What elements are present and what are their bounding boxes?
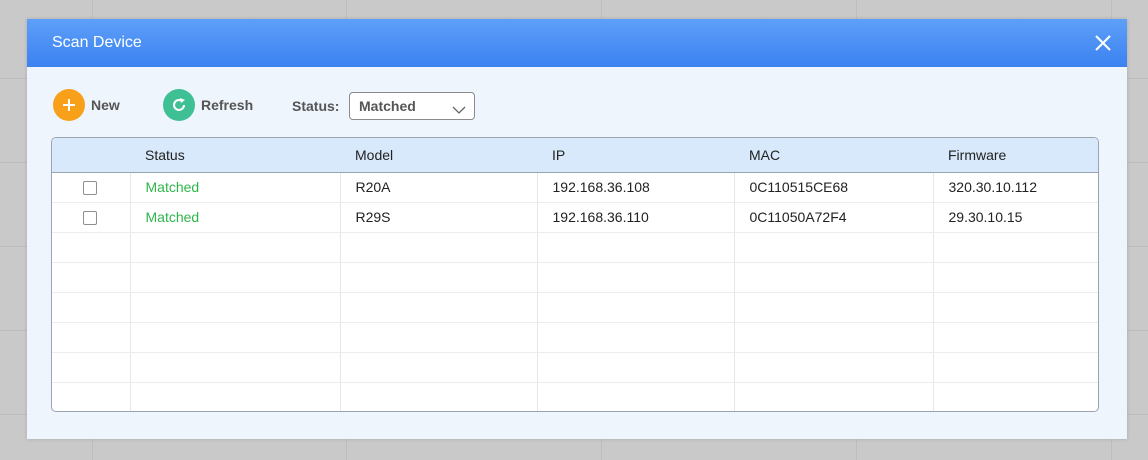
firmware-cell: 320.30.10.112 bbox=[933, 172, 1098, 203]
column-header-select bbox=[52, 138, 130, 173]
table-row[interactable]: Matched R20A 192.168.36.108 0C110515CE68… bbox=[52, 172, 1098, 203]
column-header-status[interactable]: Status bbox=[130, 138, 340, 173]
scan-device-dialog: Scan Device New Refresh Status: Matched … bbox=[27, 19, 1127, 439]
status-cell: Matched bbox=[130, 202, 341, 233]
table-header-row: Status Model IP MAC Firmware bbox=[52, 138, 1098, 173]
empty-table-row bbox=[52, 232, 1098, 263]
empty-table-row bbox=[52, 382, 1098, 411]
dialog-titlebar: Scan Device bbox=[27, 19, 1127, 67]
model-cell: R29S bbox=[340, 202, 538, 233]
empty-table-row bbox=[52, 322, 1098, 353]
row-checkbox[interactable] bbox=[83, 181, 98, 196]
plus-icon bbox=[53, 89, 85, 121]
toolbar: New Refresh Status: Matched bbox=[27, 89, 1127, 125]
refresh-button[interactable]: Refresh bbox=[163, 89, 253, 121]
firmware-cell: 29.30.10.15 bbox=[933, 202, 1098, 233]
column-header-ip[interactable]: IP bbox=[537, 138, 734, 173]
table-row[interactable]: Matched R29S 192.168.36.110 0C11050A72F4… bbox=[52, 202, 1098, 233]
empty-table-row bbox=[52, 262, 1098, 293]
close-icon[interactable] bbox=[1093, 33, 1113, 53]
refresh-button-label: Refresh bbox=[201, 97, 254, 113]
mac-cell: 0C11050A72F4 bbox=[734, 202, 934, 233]
status-filter-select[interactable]: Matched bbox=[349, 92, 475, 120]
row-checkbox-cell bbox=[52, 172, 131, 203]
row-checkbox[interactable] bbox=[83, 211, 98, 226]
model-cell: R20A bbox=[340, 172, 538, 203]
status-filter-label: Status: bbox=[292, 98, 340, 114]
ip-cell: 192.168.36.110 bbox=[537, 202, 735, 233]
chevron-down-icon bbox=[452, 101, 466, 119]
empty-table-row bbox=[52, 352, 1098, 383]
new-button[interactable]: New bbox=[53, 89, 120, 121]
status-filter-value: Matched bbox=[359, 98, 416, 114]
column-header-firmware[interactable]: Firmware bbox=[933, 138, 1098, 173]
status-cell: Matched bbox=[130, 172, 341, 203]
dialog-title: Scan Device bbox=[52, 34, 142, 51]
refresh-icon bbox=[163, 89, 195, 121]
column-header-model[interactable]: Model bbox=[340, 138, 537, 173]
row-checkbox-cell bbox=[52, 202, 131, 233]
mac-cell: 0C110515CE68 bbox=[734, 172, 934, 203]
column-header-mac[interactable]: MAC bbox=[734, 138, 933, 173]
ip-cell: 192.168.36.108 bbox=[537, 172, 735, 203]
empty-table-row bbox=[52, 292, 1098, 323]
new-button-label: New bbox=[91, 97, 120, 113]
device-table: Status Model IP MAC Firmware Matched R20… bbox=[51, 137, 1099, 412]
